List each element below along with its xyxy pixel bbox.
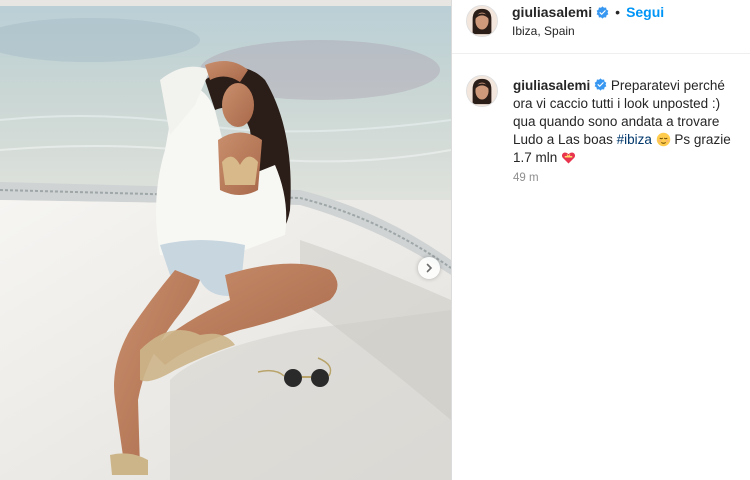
caption-timestamp: 49 m (513, 172, 539, 184)
header-name-row: giuliasalemi • Segui (512, 4, 664, 20)
post-location[interactable]: Ibiza, Spain (512, 24, 575, 38)
post-image (0, 0, 451, 480)
verified-badge-icon (594, 78, 607, 91)
separator-dot: • (615, 4, 621, 20)
heart-with-ribbon-icon (561, 152, 576, 164)
avatar-image (467, 76, 497, 106)
post-photo[interactable] (0, 0, 451, 480)
author-username[interactable]: giuliasalemi (512, 4, 592, 20)
verified-badge-icon (596, 5, 609, 19)
caption-text: giuliasalemi Preparatevi perché ora vi c… (513, 77, 738, 167)
chevron-right-icon (426, 263, 433, 273)
next-photo-button[interactable] (418, 257, 440, 279)
post-header: giuliasalemi • Segui Ibiza, Spain (452, 0, 750, 54)
follow-button[interactable]: Segui (626, 4, 664, 20)
caption-author-avatar[interactable] (466, 75, 498, 107)
avatar-image (467, 6, 497, 36)
author-avatar[interactable] (466, 5, 498, 37)
post-sidebar: giuliasalemi • Segui Ibiza, Spain giulia… (452, 0, 750, 480)
caption-username[interactable]: giuliasalemi (513, 78, 590, 93)
relieved-face-icon (656, 132, 670, 147)
hashtag-link[interactable]: #ibiza (617, 132, 652, 147)
